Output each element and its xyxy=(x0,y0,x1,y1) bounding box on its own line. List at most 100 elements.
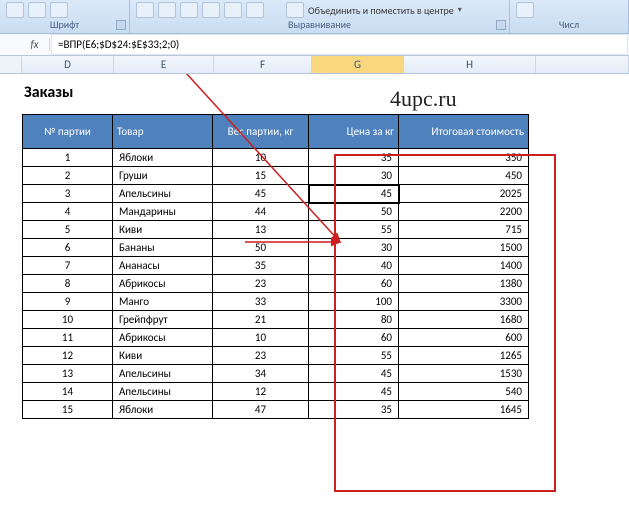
cell[interactable]: Абрикосы xyxy=(113,329,213,347)
cell[interactable]: 8 xyxy=(23,275,113,293)
cell[interactable]: Яблоки xyxy=(113,401,213,419)
cell[interactable]: 100 xyxy=(309,293,399,311)
col-header-H[interactable]: H xyxy=(404,56,536,73)
cell[interactable]: 35 xyxy=(213,257,309,275)
cell[interactable]: Груши xyxy=(113,167,213,185)
cell[interactable]: 6 xyxy=(23,239,113,257)
border-icon[interactable] xyxy=(6,2,24,18)
th-weight[interactable]: Вес партии, кг xyxy=(213,115,309,149)
cell[interactable]: 2200 xyxy=(399,203,529,221)
cell[interactable]: 23 xyxy=(213,347,309,365)
cell[interactable]: 4 xyxy=(23,203,113,221)
cell[interactable]: 30 xyxy=(309,239,399,257)
cell[interactable]: 540 xyxy=(399,383,529,401)
th-product[interactable]: Товар xyxy=(113,115,213,149)
indent-decrease-icon[interactable] xyxy=(202,2,220,18)
cell[interactable]: 3300 xyxy=(399,293,529,311)
cell[interactable]: 2 xyxy=(23,167,113,185)
cell[interactable]: 450 xyxy=(399,167,529,185)
cell[interactable]: 55 xyxy=(309,347,399,365)
col-header-E[interactable]: E xyxy=(114,56,214,73)
cell[interactable]: 2025 xyxy=(399,185,529,203)
th-num[interactable]: № партии xyxy=(23,115,113,149)
worksheet[interactable]: Заказы 4upc.ru № партии Товар Вес партии… xyxy=(0,74,629,419)
cell[interactable]: 1380 xyxy=(399,275,529,293)
cell[interactable]: 21 xyxy=(213,311,309,329)
cell[interactable]: 45 xyxy=(213,185,309,203)
cell[interactable]: 35 xyxy=(309,149,399,167)
align-right-icon[interactable] xyxy=(180,2,198,18)
select-all-corner[interactable] xyxy=(0,56,22,73)
cell[interactable]: 12 xyxy=(213,383,309,401)
cell[interactable]: Апельсины xyxy=(113,365,213,383)
align-center-icon[interactable] xyxy=(158,2,176,18)
cell[interactable]: 1265 xyxy=(399,347,529,365)
formula-input[interactable] xyxy=(51,34,628,55)
cell[interactable]: 3 xyxy=(23,185,113,203)
font-color-icon[interactable] xyxy=(50,2,68,18)
cell[interactable]: 45 xyxy=(309,185,399,203)
col-header-next[interactable] xyxy=(536,56,629,73)
cell[interactable]: 44 xyxy=(213,203,309,221)
align-left-icon[interactable] xyxy=(136,2,154,18)
cell[interactable]: 13 xyxy=(213,221,309,239)
cell[interactable]: 30 xyxy=(309,167,399,185)
cell[interactable]: 1680 xyxy=(399,311,529,329)
col-header-F[interactable]: F xyxy=(214,56,312,73)
cell[interactable]: 50 xyxy=(309,203,399,221)
cell[interactable]: Яблоки xyxy=(113,149,213,167)
cell[interactable]: Мандарины xyxy=(113,203,213,221)
indent-increase-icon[interactable] xyxy=(224,2,242,18)
cell[interactable]: 80 xyxy=(309,311,399,329)
cell[interactable]: Апельсины xyxy=(113,185,213,203)
cell[interactable]: 1400 xyxy=(399,257,529,275)
cell[interactable]: 1 xyxy=(23,149,113,167)
cell[interactable]: 50 xyxy=(213,239,309,257)
cell[interactable]: 60 xyxy=(309,329,399,347)
cell[interactable]: 34 xyxy=(213,365,309,383)
cell[interactable]: 715 xyxy=(399,221,529,239)
cell[interactable]: Ананасы xyxy=(113,257,213,275)
cell[interactable]: 350 xyxy=(399,149,529,167)
cell[interactable]: 11 xyxy=(23,329,113,347)
cell[interactable]: 1500 xyxy=(399,239,529,257)
cell[interactable]: 1530 xyxy=(399,365,529,383)
fill-color-icon[interactable] xyxy=(28,2,46,18)
cell[interactable]: Грейпфрут xyxy=(113,311,213,329)
merge-center-button[interactable]: Объединить и поместить в центре ▾ xyxy=(286,2,462,18)
th-price[interactable]: Цена за кг xyxy=(309,115,399,149)
cell[interactable]: Манго xyxy=(113,293,213,311)
cell[interactable]: 13 xyxy=(23,365,113,383)
cell[interactable]: 600 xyxy=(399,329,529,347)
cell[interactable]: 1645 xyxy=(399,401,529,419)
number-format-icon[interactable] xyxy=(516,2,534,18)
fx-icon[interactable]: fx xyxy=(20,38,50,51)
cell[interactable]: Апельсины xyxy=(113,383,213,401)
cell[interactable]: 10 xyxy=(213,149,309,167)
cell[interactable]: 10 xyxy=(23,311,113,329)
cell[interactable]: 15 xyxy=(213,167,309,185)
cell[interactable]: 14 xyxy=(23,383,113,401)
cell[interactable]: 23 xyxy=(213,275,309,293)
cell[interactable]: 5 xyxy=(23,221,113,239)
dialog-launcher-icon[interactable] xyxy=(116,20,126,30)
orientation-icon[interactable] xyxy=(246,2,264,18)
cell[interactable]: Абрикосы xyxy=(113,275,213,293)
col-header-G[interactable]: G xyxy=(312,56,404,73)
cell[interactable]: 35 xyxy=(309,401,399,419)
cell[interactable]: 55 xyxy=(309,221,399,239)
cell[interactable]: 45 xyxy=(309,365,399,383)
cell[interactable]: 40 xyxy=(309,257,399,275)
dialog-launcher-icon[interactable] xyxy=(496,20,506,30)
cell[interactable]: 10 xyxy=(213,329,309,347)
cell[interactable]: 60 xyxy=(309,275,399,293)
cell[interactable]: Бананы xyxy=(113,239,213,257)
cell[interactable]: 15 xyxy=(23,401,113,419)
cell[interactable]: 47 xyxy=(213,401,309,419)
cell[interactable]: 45 xyxy=(309,383,399,401)
cell[interactable]: Киви xyxy=(113,221,213,239)
cell[interactable]: Киви xyxy=(113,347,213,365)
cell[interactable]: 33 xyxy=(213,293,309,311)
cell[interactable]: 7 xyxy=(23,257,113,275)
cell[interactable]: 12 xyxy=(23,347,113,365)
